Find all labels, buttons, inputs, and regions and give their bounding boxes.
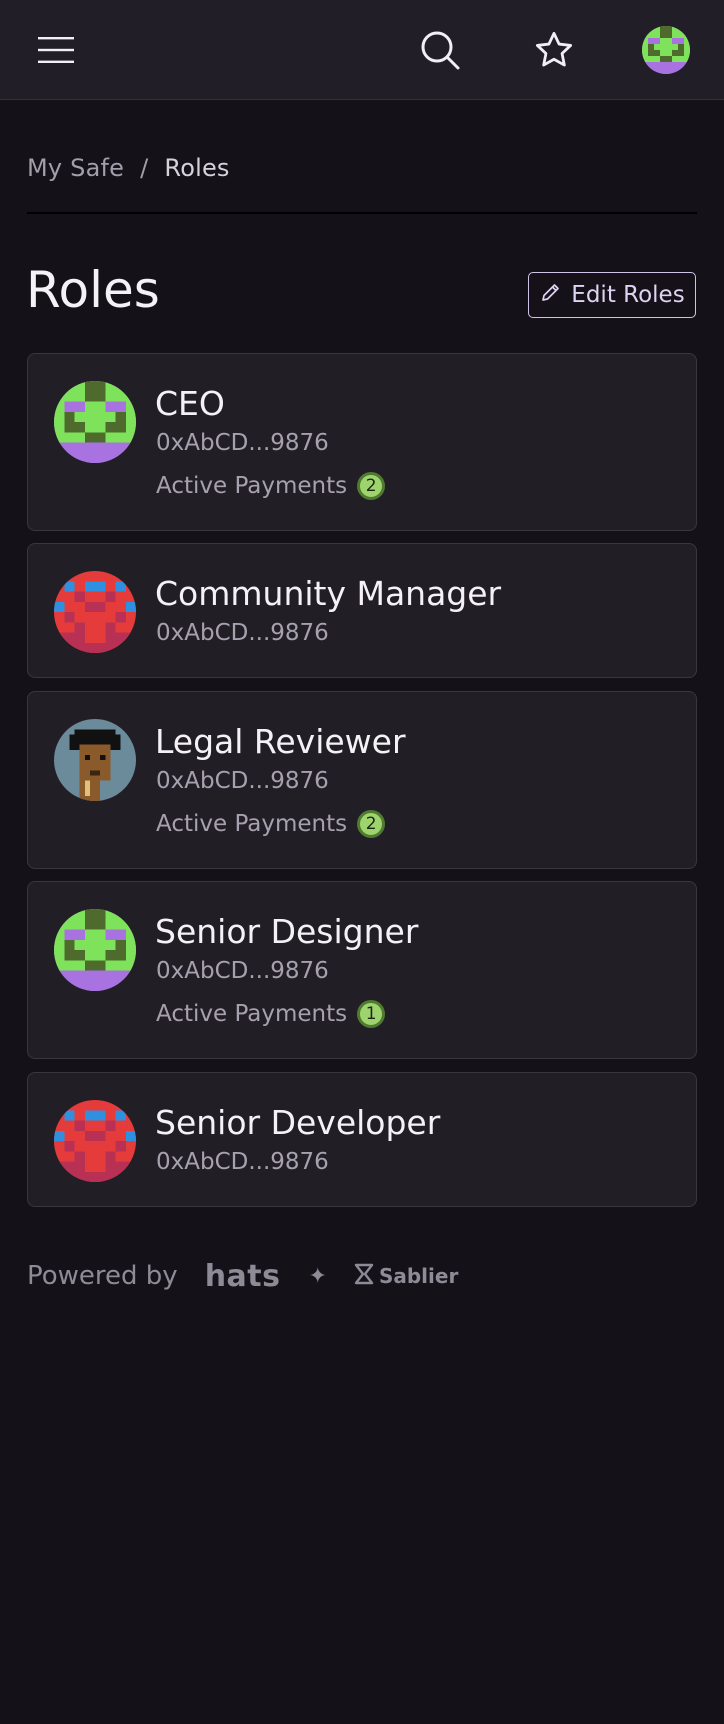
breadcrumb-separator: / [140, 154, 149, 182]
role-address: 0xAbCD...9876 [156, 958, 329, 984]
role-card-ceo[interactable]: CEO 0xAbCD...9876 Active Payments 2 [27, 353, 697, 531]
page-title: Roles [26, 261, 160, 319]
role-avatar [54, 381, 136, 463]
powered-by-label: Powered by [27, 1261, 178, 1291]
user-avatar[interactable] [642, 26, 690, 74]
active-payments: Active Payments 1 [156, 1000, 386, 1028]
search-icon[interactable] [412, 22, 468, 78]
active-payments-label: Active Payments [156, 1001, 348, 1027]
powered-by-footer: Powered by hats ✦ Sablier [27, 1256, 458, 1296]
sparkle-icon: ✦ [308, 1263, 327, 1289]
role-avatar [54, 1100, 136, 1182]
role-card-legal-reviewer[interactable]: Legal Reviewer 0xAbCD...9876 Active Paym… [27, 691, 697, 869]
payments-count-badge: 2 [357, 472, 386, 500]
role-card-community-manager[interactable]: Community Manager 0xAbCD...9876 [27, 543, 697, 678]
role-address: 0xAbCD...9876 [156, 430, 329, 456]
role-name: Senior Designer [155, 912, 419, 951]
role-card-senior-designer[interactable]: Senior Designer 0xAbCD...9876 Active Pay… [27, 881, 697, 1059]
role-avatar [54, 719, 136, 801]
hamburger-menu-icon[interactable] [28, 26, 84, 74]
active-payments: Active Payments 2 [156, 810, 386, 838]
breadcrumb: My Safe / Roles [27, 154, 230, 182]
payments-count-badge: 2 [357, 810, 386, 838]
role-name: Senior Developer [155, 1103, 441, 1142]
role-address: 0xAbCD...9876 [156, 1149, 329, 1175]
hats-logo[interactable]: hats [205, 1259, 281, 1294]
role-name: Community Manager [155, 574, 502, 613]
role-avatar [54, 571, 136, 653]
role-avatar [54, 909, 136, 991]
breadcrumb-current: Roles [164, 154, 230, 182]
sablier-icon [353, 1263, 375, 1290]
top-bar [0, 0, 724, 100]
payments-count-badge: 1 [357, 1000, 386, 1028]
star-icon[interactable] [526, 22, 582, 78]
sablier-logo[interactable]: Sablier [353, 1263, 458, 1290]
role-name: Legal Reviewer [155, 722, 406, 761]
active-payments-label: Active Payments [156, 473, 348, 499]
role-name: CEO [155, 384, 225, 423]
divider [27, 212, 697, 214]
active-payments-label: Active Payments [156, 811, 348, 837]
pencil-icon [539, 280, 563, 310]
breadcrumb-link-my-safe[interactable]: My Safe [27, 154, 124, 182]
sablier-logo-label: Sablier [378, 1264, 459, 1288]
role-address: 0xAbCD...9876 [156, 768, 329, 794]
role-address: 0xAbCD...9876 [156, 620, 329, 646]
active-payments: Active Payments 2 [156, 472, 386, 500]
role-card-senior-developer[interactable]: Senior Developer 0xAbCD...9876 [27, 1072, 697, 1207]
edit-roles-button[interactable]: Edit Roles [528, 272, 696, 318]
edit-roles-label: Edit Roles [571, 282, 685, 308]
